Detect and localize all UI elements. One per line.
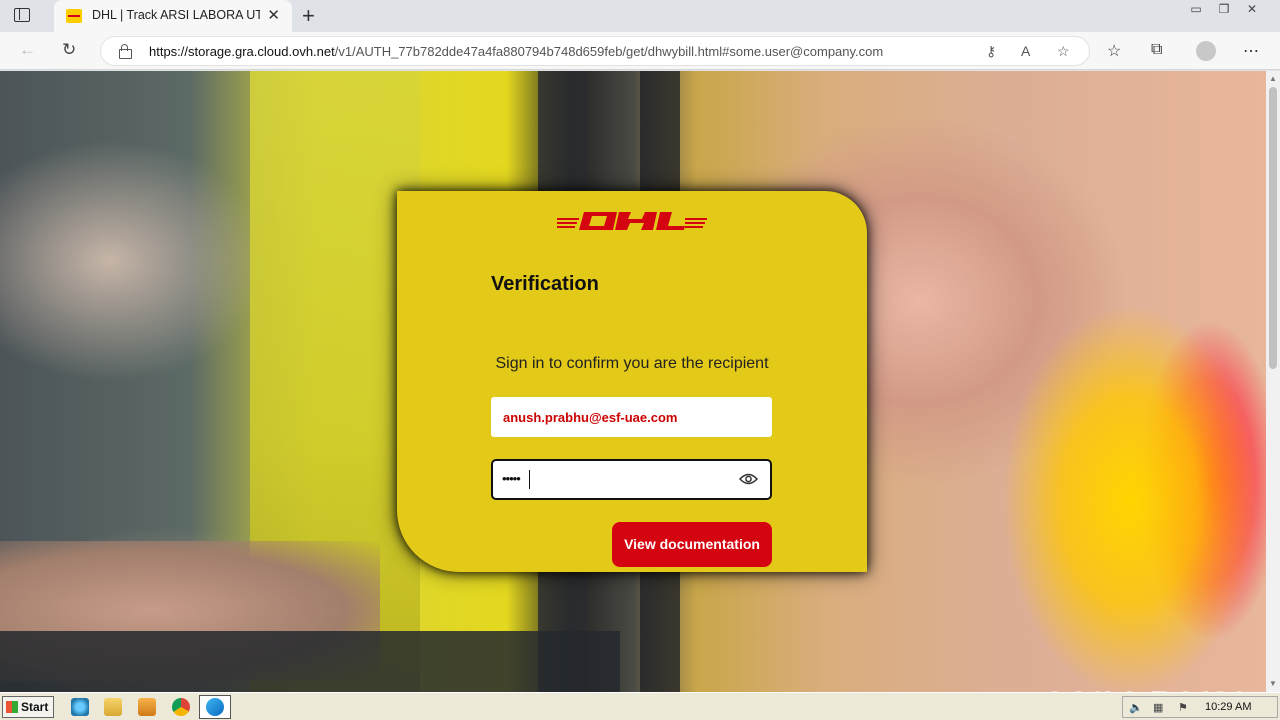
taskbar: Start 🔈 ▦ ⚑ 10:29 AM (0, 692, 1280, 720)
address-bar[interactable]: https://storage.gra.cloud.ovh.net/v1/AUT… (100, 36, 1090, 66)
background-photo-shadow (0, 631, 620, 692)
flag-icon[interactable]: ⚑ (1178, 701, 1188, 714)
more-menu-icon[interactable]: ⋯ (1243, 41, 1259, 61)
network-icon[interactable]: ▦ (1153, 701, 1163, 714)
read-aloud-icon[interactable]: A (1021, 43, 1030, 59)
email-value: anush.prabhu@esf-uae.com (503, 410, 678, 425)
verification-card: Verification Sign in to confirm you are … (397, 191, 867, 572)
page-title: Verification (491, 273, 599, 295)
taskbar-clock: 10:29 AM (1205, 701, 1252, 713)
collections-icon[interactable]: ⧉ (1151, 41, 1162, 59)
page-background: Verification Sign in to confirm you are … (0, 71, 1266, 692)
system-tray: 🔈 ▦ ⚑ (1122, 696, 1278, 718)
view-documentation-button[interactable]: View documentation (612, 522, 772, 567)
lock-icon[interactable] (119, 44, 132, 59)
url-text: https://storage.gra.cloud.ovh.net/v1/AUT… (149, 44, 884, 59)
vertical-scrollbar[interactable]: ▲ ▼ (1266, 71, 1280, 692)
taskbar-edge-active[interactable] (199, 695, 231, 719)
chrome-icon[interactable] (172, 698, 190, 716)
windows-flag-icon (6, 701, 18, 713)
key-icon[interactable]: ⚷ (986, 43, 996, 60)
new-tab-icon[interactable]: + (302, 3, 315, 29)
browser-tab-strip: DHL | Track ARSI LABORA UTAMA ✕ + ▭❐✕ (0, 0, 1280, 32)
close-window-icon[interactable]: ✕ (1238, 2, 1266, 16)
password-field[interactable]: ••••• (491, 459, 772, 500)
minimize-icon[interactable]: ▭ (1182, 2, 1210, 16)
explorer-icon[interactable] (104, 698, 122, 716)
browser-tab-active[interactable]: DHL | Track ARSI LABORA UTAMA ✕ (54, 0, 292, 32)
scroll-up-icon[interactable]: ▲ (1269, 74, 1277, 83)
password-dots: ••••• (502, 471, 521, 486)
address-toolbar: ← ↻ https://storage.gra.cloud.ovh.net/v1… (0, 32, 1280, 70)
email-field[interactable]: anush.prabhu@esf-uae.com (491, 397, 772, 437)
favorites-icon[interactable]: ☆ (1107, 41, 1121, 61)
text-caret (529, 470, 530, 489)
eye-icon[interactable] (739, 472, 758, 486)
profile-avatar[interactable] (1196, 41, 1216, 61)
media-player-icon[interactable] (138, 698, 156, 716)
anyrun-watermark: ANY RUN (1040, 683, 1247, 692)
refresh-icon[interactable]: ↻ (62, 40, 76, 60)
scroll-down-icon[interactable]: ▼ (1269, 679, 1277, 688)
start-label: Start (21, 700, 49, 714)
dhl-favicon-icon (66, 9, 82, 23)
tab-title: DHL | Track ARSI LABORA UTAMA (92, 8, 260, 22)
ie-icon[interactable] (71, 698, 89, 716)
page-subtitle: Sign in to confirm you are the recipient (495, 355, 769, 372)
dhl-logo (557, 212, 707, 230)
scrollbar-thumb[interactable] (1269, 87, 1277, 369)
tab-actions-icon[interactable] (14, 8, 30, 22)
back-arrow-icon[interactable]: ← (19, 40, 36, 60)
window-controls: ▭ ❐ ✕ (1182, 2, 1266, 16)
restore-icon[interactable]: ❐ (1210, 2, 1238, 16)
volume-icon[interactable]: 🔈 (1129, 701, 1143, 714)
edge-icon (206, 698, 224, 716)
start-button[interactable]: Start (2, 696, 54, 718)
add-favorite-icon[interactable]: ☆ (1057, 43, 1070, 60)
tab-close-icon[interactable]: ✕ (267, 6, 280, 24)
